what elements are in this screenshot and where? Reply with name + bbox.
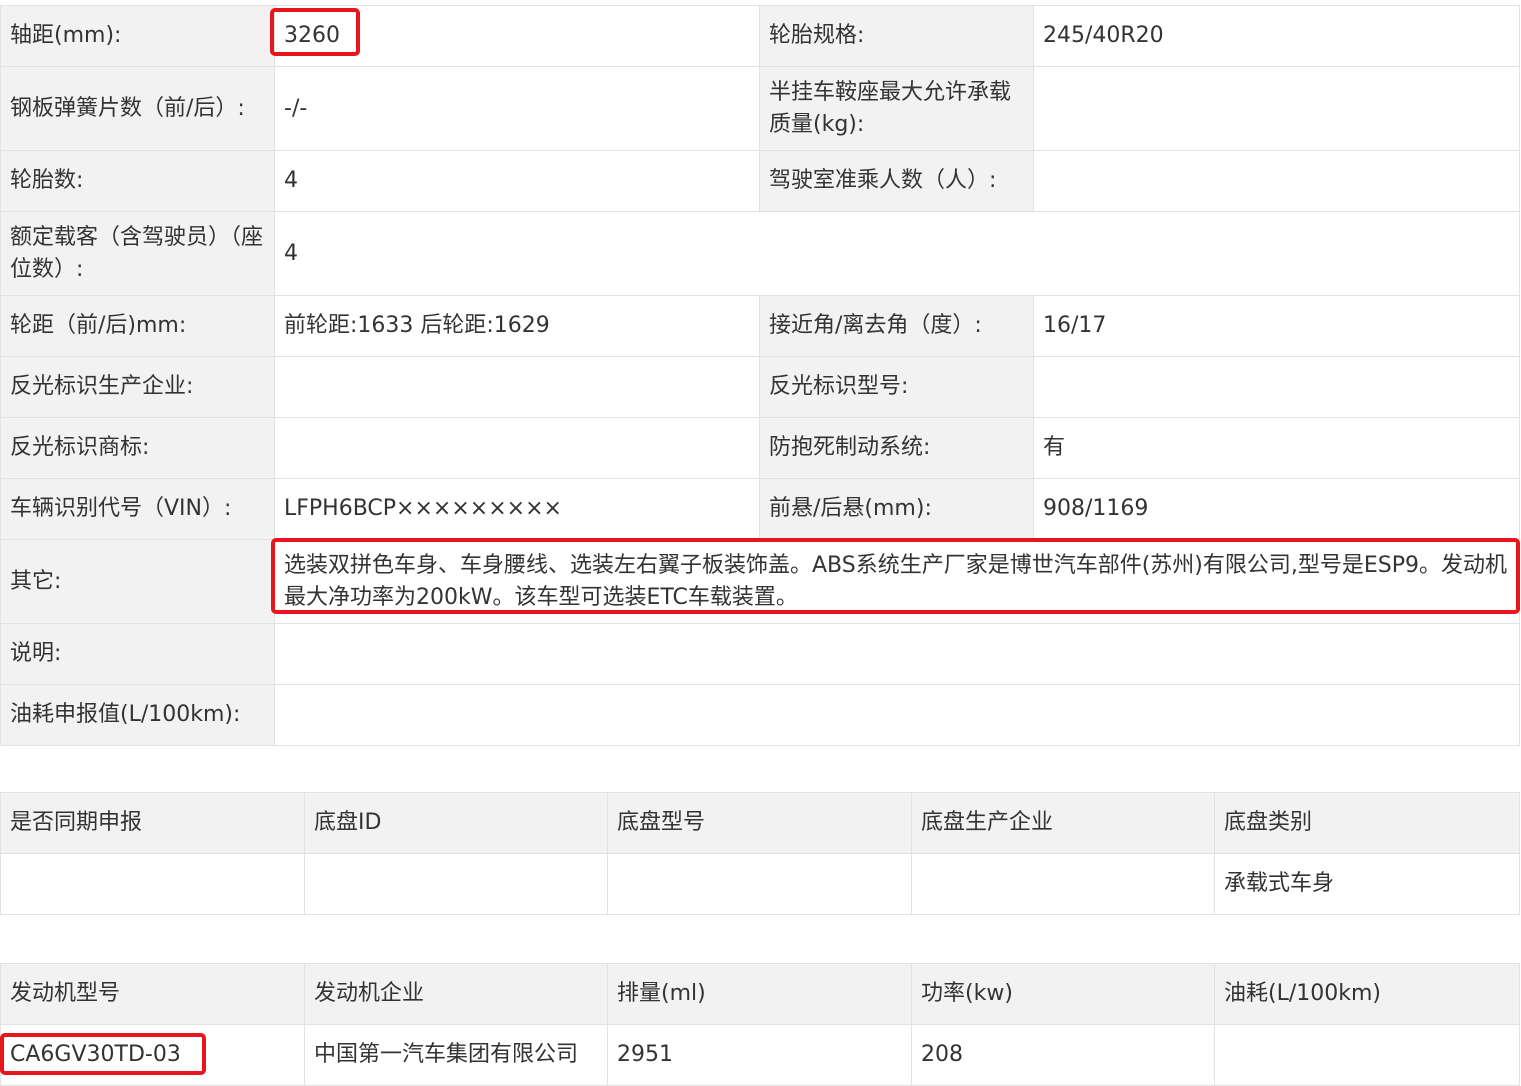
reflector-maker-label: 反光标识生产企业: bbox=[0, 356, 275, 418]
chassis-concurrent-cell bbox=[0, 853, 305, 915]
tire-count-value: 4 bbox=[274, 150, 760, 212]
chassis-header-concurrent: 是否同期申报 bbox=[0, 792, 305, 854]
engine-displacement-cell: 2951 bbox=[607, 1024, 912, 1086]
fuel-declared-value bbox=[274, 684, 1520, 746]
spec-row-track: 轮距（前/后)mm: 前轮距:1633 后轮距:1629 接近角/离去角（度）:… bbox=[0, 295, 1520, 357]
engine-header-model: 发动机型号 bbox=[0, 963, 305, 1025]
spec-row-fuel: 油耗申报值(L/100km): bbox=[0, 684, 1520, 746]
chassis-header-row: 是否同期申报 底盘ID 底盘型号 底盘生产企业 底盘类别 bbox=[0, 792, 1520, 854]
overhang-value: 908/1169 bbox=[1033, 478, 1520, 540]
tire-spec-label: 轮胎规格: bbox=[759, 5, 1034, 67]
leaf-spring-value: -/- bbox=[274, 66, 760, 151]
track-width-label: 轮距（前/后)mm: bbox=[0, 295, 275, 357]
engine-header-displacement: 排量(ml) bbox=[607, 963, 912, 1025]
wheelbase-highlight-box bbox=[270, 8, 360, 56]
spec-row-reflector-maker: 反光标识生产企业: 反光标识型号: bbox=[0, 356, 1520, 418]
chassis-id-cell bbox=[304, 853, 608, 915]
other-label: 其它: bbox=[0, 539, 275, 624]
tire-spec-value: 245/40R20 bbox=[1033, 5, 1520, 67]
engine-maker-cell: 中国第一汽车集团有限公司 bbox=[304, 1024, 608, 1086]
cab-capacity-value bbox=[1033, 150, 1520, 212]
overhang-label: 前悬/后悬(mm): bbox=[759, 478, 1034, 540]
spec-row-leaf-spring: 钢板弹簧片数（前/后）: -/- 半挂车鞍座最大允许承载质量(kg): bbox=[0, 66, 1520, 151]
notes-label: 说明: bbox=[0, 623, 275, 685]
chassis-header-id: 底盘ID bbox=[304, 792, 608, 854]
spec-row-notes: 说明: bbox=[0, 623, 1520, 685]
chassis-header-maker: 底盘生产企业 bbox=[911, 792, 1215, 854]
reflector-brand-value bbox=[274, 417, 760, 479]
saddle-load-value bbox=[1033, 66, 1520, 151]
chassis-type-cell: 承载式车身 bbox=[1214, 853, 1520, 915]
vin-value: LFPH6BCP××××××××× bbox=[274, 478, 760, 540]
approach-departure-label: 接近角/离去角（度）: bbox=[759, 295, 1034, 357]
chassis-header-type: 底盘类别 bbox=[1214, 792, 1520, 854]
vehicle-spec-table: 轴距(mm): 3260 轮胎规格: 245/40R20 钢板弹簧片数（前/后）… bbox=[0, 5, 1520, 746]
notes-value bbox=[274, 623, 1520, 685]
leaf-spring-label: 钢板弹簧片数（前/后）: bbox=[0, 66, 275, 151]
reflector-model-label: 反光标识型号: bbox=[759, 356, 1034, 418]
other-highlight-box bbox=[271, 538, 1520, 614]
vin-label: 车辆识别代号（VIN）: bbox=[0, 478, 275, 540]
chassis-maker-cell bbox=[911, 853, 1215, 915]
engine-header-power: 功率(kw) bbox=[911, 963, 1215, 1025]
engine-table: 发动机型号 发动机企业 排量(ml) 功率(kw) 油耗(L/100km) CA… bbox=[0, 963, 1520, 1086]
spec-row-tire-count: 轮胎数: 4 驾驶室准乘人数（人）: bbox=[0, 150, 1520, 212]
engine-header-fuel: 油耗(L/100km) bbox=[1214, 963, 1520, 1025]
wheelbase-label: 轴距(mm): bbox=[0, 5, 275, 67]
approach-departure-value: 16/17 bbox=[1033, 295, 1520, 357]
reflector-brand-label: 反光标识商标: bbox=[0, 417, 275, 479]
saddle-load-label: 半挂车鞍座最大允许承载质量(kg): bbox=[759, 66, 1034, 151]
spec-row-reflector-brand: 反光标识商标: 防抱死制动系统: 有 bbox=[0, 417, 1520, 479]
chassis-header-model: 底盘型号 bbox=[607, 792, 912, 854]
track-width-value: 前轮距:1633 后轮距:1629 bbox=[274, 295, 760, 357]
spec-row-vin: 车辆识别代号（VIN）: LFPH6BCP××××××××× 前悬/后悬(mm)… bbox=[0, 478, 1520, 540]
engine-model-highlight-box bbox=[0, 1033, 206, 1075]
cab-capacity-label: 驾驶室准乘人数（人）: bbox=[759, 150, 1034, 212]
engine-fuel-cell bbox=[1214, 1024, 1520, 1086]
tire-count-label: 轮胎数: bbox=[0, 150, 275, 212]
engine-power-cell: 208 bbox=[911, 1024, 1215, 1086]
engine-header-maker: 发动机企业 bbox=[304, 963, 608, 1025]
fuel-declared-label: 油耗申报值(L/100km): bbox=[0, 684, 275, 746]
chassis-table: 是否同期申报 底盘ID 底盘型号 底盘生产企业 底盘类别 承载式车身 bbox=[0, 792, 1520, 915]
table-row: 承载式车身 bbox=[0, 853, 1520, 915]
abs-label: 防抱死制动系统: bbox=[759, 417, 1034, 479]
rated-passengers-label: 额定载客（含驾驶员）（座位数）: bbox=[0, 211, 275, 296]
reflector-maker-value bbox=[274, 356, 760, 418]
engine-header-row: 发动机型号 发动机企业 排量(ml) 功率(kw) 油耗(L/100km) bbox=[0, 963, 1520, 1025]
table-row: CA6GV30TD-03 中国第一汽车集团有限公司 2951 208 bbox=[0, 1024, 1520, 1086]
rated-passengers-value: 4 bbox=[274, 211, 1520, 296]
spec-row-seats: 额定载客（含驾驶员）（座位数）: 4 bbox=[0, 211, 1520, 296]
spec-row-wheelbase: 轴距(mm): 3260 轮胎规格: 245/40R20 bbox=[0, 5, 1520, 67]
abs-value: 有 bbox=[1033, 417, 1520, 479]
chassis-model-cell bbox=[607, 853, 912, 915]
reflector-model-value bbox=[1033, 356, 1520, 418]
